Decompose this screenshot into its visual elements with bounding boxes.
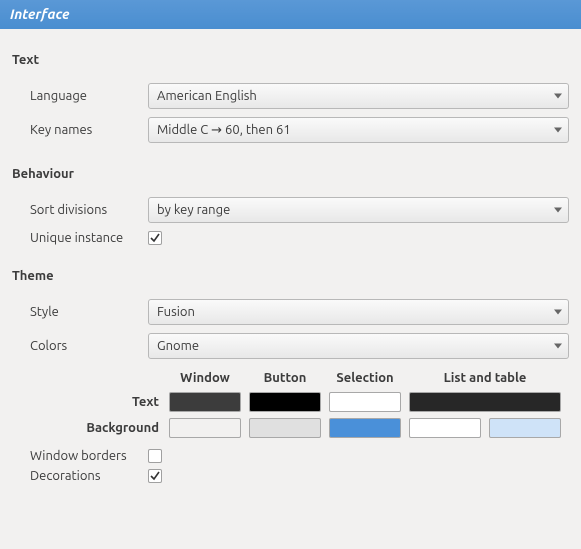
keynames-dropdown-value: Middle C → 60, then 61 — [157, 123, 291, 138]
sort-divisions-value: by key range — [157, 203, 230, 217]
row-background-label: Background — [80, 415, 165, 441]
window-borders-label: Window borders — [30, 449, 148, 463]
color-table: Window Button Selection List and table T… — [80, 367, 565, 441]
keynames-label: Key names — [30, 123, 148, 137]
chevron-down-icon — [554, 310, 562, 315]
style-label: Style — [30, 305, 148, 319]
language-dropdown-value: American English — [157, 89, 257, 103]
col-selection: Selection — [325, 367, 405, 389]
swatch-text-button[interactable] — [249, 392, 321, 412]
row-sort-divisions: Sort divisions by key range — [12, 197, 569, 223]
content-panel: Text Language American English Key names… — [0, 29, 581, 501]
swatch-bg-selection[interactable] — [329, 418, 401, 438]
unique-instance-checkbox[interactable] — [148, 231, 162, 245]
colors-dropdown[interactable]: Gnome — [148, 333, 569, 359]
swatch-bg-list[interactable] — [409, 418, 481, 438]
col-window: Window — [165, 367, 245, 389]
swatch-bg-button[interactable] — [249, 418, 321, 438]
row-keynames: Key names Middle C → 60, then 61 — [12, 117, 569, 143]
swatch-bg-list-alt[interactable] — [489, 418, 561, 438]
col-list: List and table — [405, 367, 565, 389]
row-background-colors: Background — [80, 415, 565, 441]
sort-divisions-dropdown[interactable]: by key range — [148, 197, 569, 223]
section-theme-heading: Theme — [12, 269, 569, 283]
chevron-down-icon — [554, 208, 562, 213]
style-dropdown[interactable]: Fusion — [148, 299, 569, 325]
swatch-text-window[interactable] — [169, 392, 241, 412]
color-table-container: Window Button Selection List and table T… — [12, 367, 569, 441]
decorations-checkbox[interactable] — [148, 469, 162, 483]
language-label: Language — [30, 89, 148, 103]
row-style: Style Fusion — [12, 299, 569, 325]
decorations-label: Decorations — [30, 469, 148, 483]
chevron-down-icon — [554, 128, 562, 133]
unique-instance-label: Unique instance — [30, 231, 148, 245]
language-dropdown[interactable]: American English — [148, 83, 569, 109]
chevron-down-icon — [554, 344, 562, 349]
row-decorations: Decorations — [12, 469, 569, 483]
section-behaviour-heading: Behaviour — [12, 167, 569, 181]
row-text-label: Text — [80, 389, 165, 415]
swatch-text-list[interactable] — [409, 392, 561, 412]
window-borders-checkbox[interactable] — [148, 449, 162, 463]
colors-dropdown-value: Gnome — [157, 339, 199, 353]
window-title: Interface — [0, 0, 581, 29]
keynames-dropdown[interactable]: Middle C → 60, then 61 — [148, 117, 569, 143]
section-text: Text Language American English Key names… — [12, 53, 569, 143]
row-language: Language American English — [12, 83, 569, 109]
swatch-text-selection[interactable] — [329, 392, 401, 412]
section-behaviour: Behaviour Sort divisions by key range Un… — [12, 167, 569, 245]
row-window-borders: Window borders — [12, 449, 569, 463]
row-text-colors: Text — [80, 389, 565, 415]
col-button: Button — [245, 367, 325, 389]
colors-label: Colors — [30, 339, 148, 353]
sort-divisions-label: Sort divisions — [30, 203, 148, 217]
row-colors: Colors Gnome — [12, 333, 569, 359]
chevron-down-icon — [554, 94, 562, 99]
section-theme: Theme Style Fusion Colors Gnome — [12, 269, 569, 483]
row-unique-instance: Unique instance — [12, 231, 569, 245]
style-dropdown-value: Fusion — [157, 305, 195, 319]
swatch-bg-window[interactable] — [169, 418, 241, 438]
section-text-heading: Text — [12, 53, 569, 67]
